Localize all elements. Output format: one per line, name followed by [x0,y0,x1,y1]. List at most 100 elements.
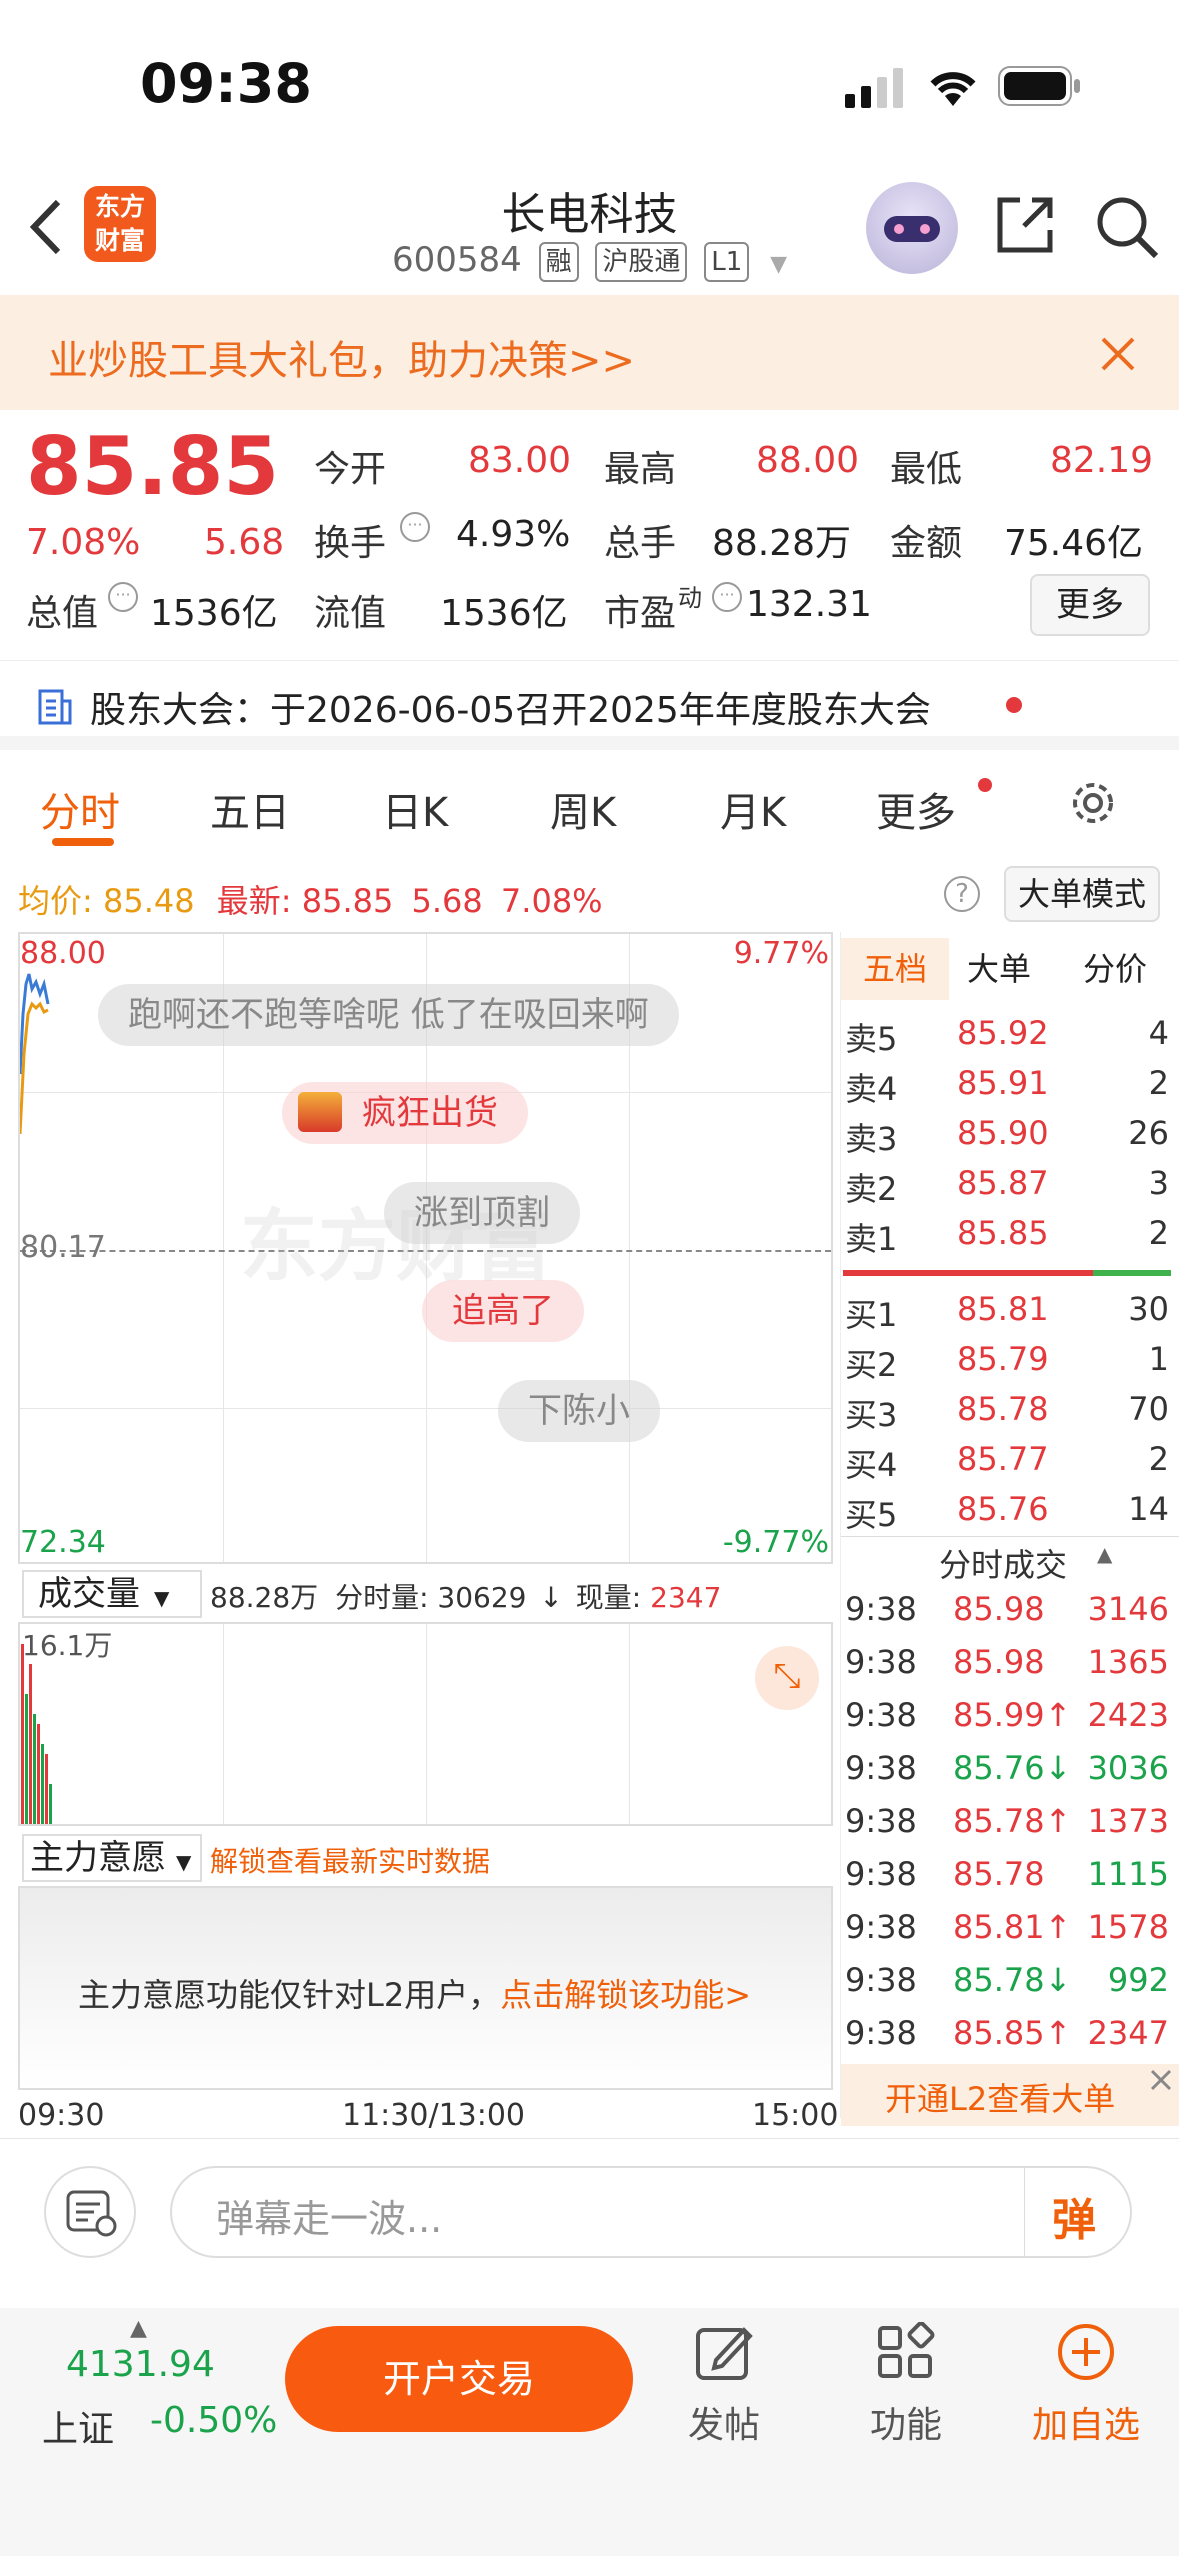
danmu-bubble-featured: 疯狂出货 [282,1082,528,1144]
index-value[interactable]: 4131.94 [66,2344,215,2385]
danmu-input[interactable]: 弹幕走一波... 弹 [170,2166,1132,2258]
amount-label: 金额 [890,523,963,564]
red-dot [978,778,992,792]
high-value: 88.00 [756,440,860,481]
ob-tab-pricevol[interactable]: 分价 [1083,938,1147,1000]
share-icon[interactable] [994,194,1056,256]
trade-volume: 1578 [1087,1908,1169,1946]
add-watchlist-label[interactable]: 加自选 [1032,2396,1140,2448]
info-icon[interactable]: ··· [712,582,742,612]
trade-price: 85.99↑ [953,1696,1072,1734]
caret-down-icon[interactable]: ▼ [770,252,787,277]
settings-icon[interactable] [1068,778,1118,828]
bid-label: 买4 [845,1446,898,1484]
help-icon[interactable]: ? [944,876,980,912]
bid-label: 买3 [845,1396,898,1434]
mainforce-msg: 主力意愿功能仅针对L2用户， [78,1976,501,2014]
post-icon[interactable] [694,2322,754,2382]
bid-volume: 30 [1128,1290,1169,1328]
wifi-icon [930,72,976,106]
index-name[interactable]: 上证 [42,2400,114,2452]
ob-tab-5level[interactable]: 五档 [841,938,949,1000]
trade-price: 85.85↑ [953,2014,1072,2052]
info-icon[interactable]: ··· [400,512,430,542]
trade-price: 85.76↓ [953,1749,1072,1787]
tab-weekly-k[interactable]: 周K [550,780,616,838]
danmu-bubble: 下陈小 [498,1380,660,1442]
tab-daily-k[interactable]: 日K [382,780,448,838]
tab-monthly-k[interactable]: 月K [720,780,786,838]
trade-price: 85.78 [953,1855,1045,1893]
notice-text: 股东大会：于2026-06-05召开2025年年度股东大会 [90,690,931,731]
tag-level: L1 [704,241,750,282]
intraday-chart[interactable]: 东方财富 88.00 9.77% 80.17 72.34 -9.77% 跑啊还不… [18,932,833,1564]
post-label[interactable]: 发帖 [688,2396,760,2448]
ob-tab-bigorder[interactable]: 大单 [967,938,1031,1000]
trade-volume: 1115 [1087,1855,1169,1893]
promo-text[interactable]: 业炒股工具大礼包，助力决策>> [48,328,635,386]
index-change[interactable]: -0.50% [150,2400,277,2441]
trade-volume: 1365 [1087,1643,1169,1681]
volume-value: 88.28万 [712,523,852,564]
order-book: 五档 大单 分价 卖5 85.92 4 卖4 85.91 2 卖3 85.90 26 卖2 85.8… [840,932,1179,2126]
trades-title[interactable]: 分时成交 [939,1540,1067,1586]
expand-icon[interactable]: ⤡ [755,1646,819,1710]
time-axis-start: 09:30 [18,2098,105,2133]
volume-chart[interactable]: 16.1万 ⤡ [18,1622,833,1826]
robot-avatar[interactable] [866,182,958,274]
tab-intraday[interactable]: 分时 [40,780,120,838]
float-label: 流值 [314,593,387,634]
ask-price: 85.87 [957,1164,1049,1202]
add-icon[interactable] [1056,2322,1116,2382]
close-icon[interactable] [1149,2068,1173,2092]
info-icon[interactable]: ··· [108,582,138,612]
trade-price: 85.78↓ [953,1961,1072,1999]
signal-icon [845,68,903,108]
ask-volume: 3 [1148,1164,1169,1202]
function-icon[interactable] [876,2322,936,2382]
trade-volume: 3146 [1087,1590,1169,1628]
mainforce-selector[interactable]: 主力意愿 ▼ [22,1834,202,1882]
low-label: 最低 [890,449,963,490]
function-label[interactable]: 功能 [870,2396,942,2448]
caret-up-icon[interactable]: ▲ [1097,1542,1112,1566]
open-account-button[interactable]: 开户交易 [285,2326,633,2432]
turnover-label: 换手 [314,523,387,564]
mktcap-value: 1536亿 [150,593,278,634]
tag-connect: 沪股通 [595,241,688,282]
volume-label: 总手 [604,523,677,564]
ask-ratio-bar [843,1270,1093,1276]
trade-price: 85.98 [953,1643,1045,1681]
low-value: 82.19 [1050,440,1154,481]
trade-volume: 3036 [1087,1749,1169,1787]
danmu-settings-button[interactable] [44,2166,136,2258]
change-amount: 5.68 [204,522,285,563]
bid-price: 85.77 [957,1440,1049,1478]
turnover-value: 4.93% [456,514,571,555]
notice-bar[interactable]: 股东大会：于2026-06-05召开2025年年度股东大会 [0,660,1179,750]
danmu-send-button[interactable]: 弹 [1052,2184,1096,2248]
trade-volume: 1373 [1087,1802,1169,1840]
ask-label: 卖3 [845,1120,898,1158]
caret-up-icon[interactable]: ▲ [130,2316,147,2341]
volume-selector[interactable]: 成交量 ▼ [22,1570,202,1618]
bigorder-mode-button[interactable]: 大单模式 [1004,866,1160,922]
chart-header: 均价: 85.48 最新: 85.85 5.68 7.08% [18,882,603,920]
more-button[interactable]: 更多 [1030,574,1150,636]
tab-more[interactable]: 更多 [876,780,956,838]
trade-time: 9:38 [845,1802,917,1840]
tab-5day[interactable]: 五日 [210,780,290,838]
ask-volume: 26 [1128,1114,1169,1152]
status-bar: 09:38 [0,0,1179,170]
ask-label: 卖4 [845,1070,898,1108]
bid-label: 买1 [845,1296,898,1334]
l2-promo[interactable]: 开通L2查看大单 [841,2064,1179,2126]
stock-code: 600584 [391,240,522,280]
unlock-link[interactable]: 解锁查看最新实时数据 [210,1840,490,1880]
close-icon[interactable] [1100,336,1136,372]
mainforce-unlock-link[interactable]: 点击解锁该功能> [500,1976,751,2014]
red-dot [1006,697,1022,713]
trade-time: 9:38 [845,2014,917,2052]
search-icon[interactable] [1094,194,1160,260]
danmu-bubble: 追高了 [422,1280,584,1342]
